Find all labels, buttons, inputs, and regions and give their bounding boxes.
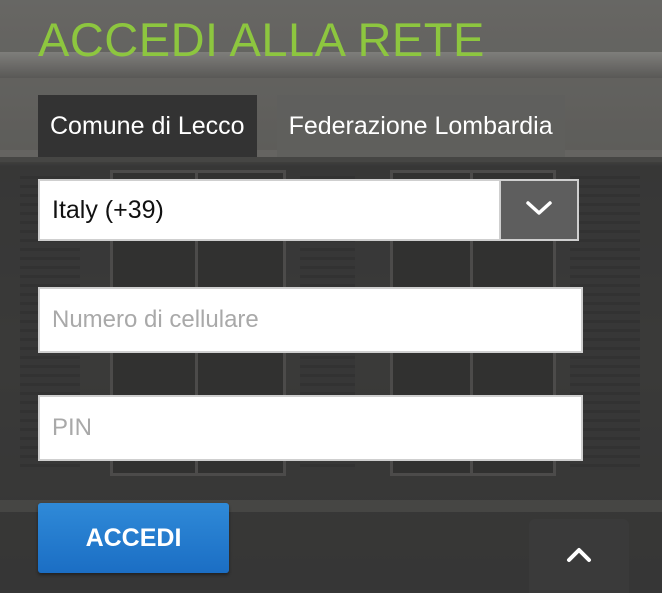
tab-federazione-lombardia[interactable]: Federazione Lombardia (276, 95, 565, 157)
page-title: ACCEDI ALLA RETE (38, 13, 485, 66)
country-dropdown-button[interactable] (499, 181, 577, 239)
phone-number-input[interactable] (38, 287, 583, 353)
chevron-down-icon (525, 199, 553, 222)
tab-comune-di-lecco[interactable]: Comune di Lecco (38, 95, 257, 157)
chevron-up-icon (565, 545, 593, 568)
country-code-select[interactable]: Italy (+39) (38, 179, 579, 241)
network-tabs: Comune di Lecco Federazione Lombardia (38, 95, 565, 157)
pin-input[interactable] (38, 395, 583, 461)
back-to-top-button[interactable] (529, 519, 629, 593)
login-button[interactable]: ACCEDI (38, 503, 229, 573)
country-code-value: Italy (+39) (52, 195, 164, 224)
